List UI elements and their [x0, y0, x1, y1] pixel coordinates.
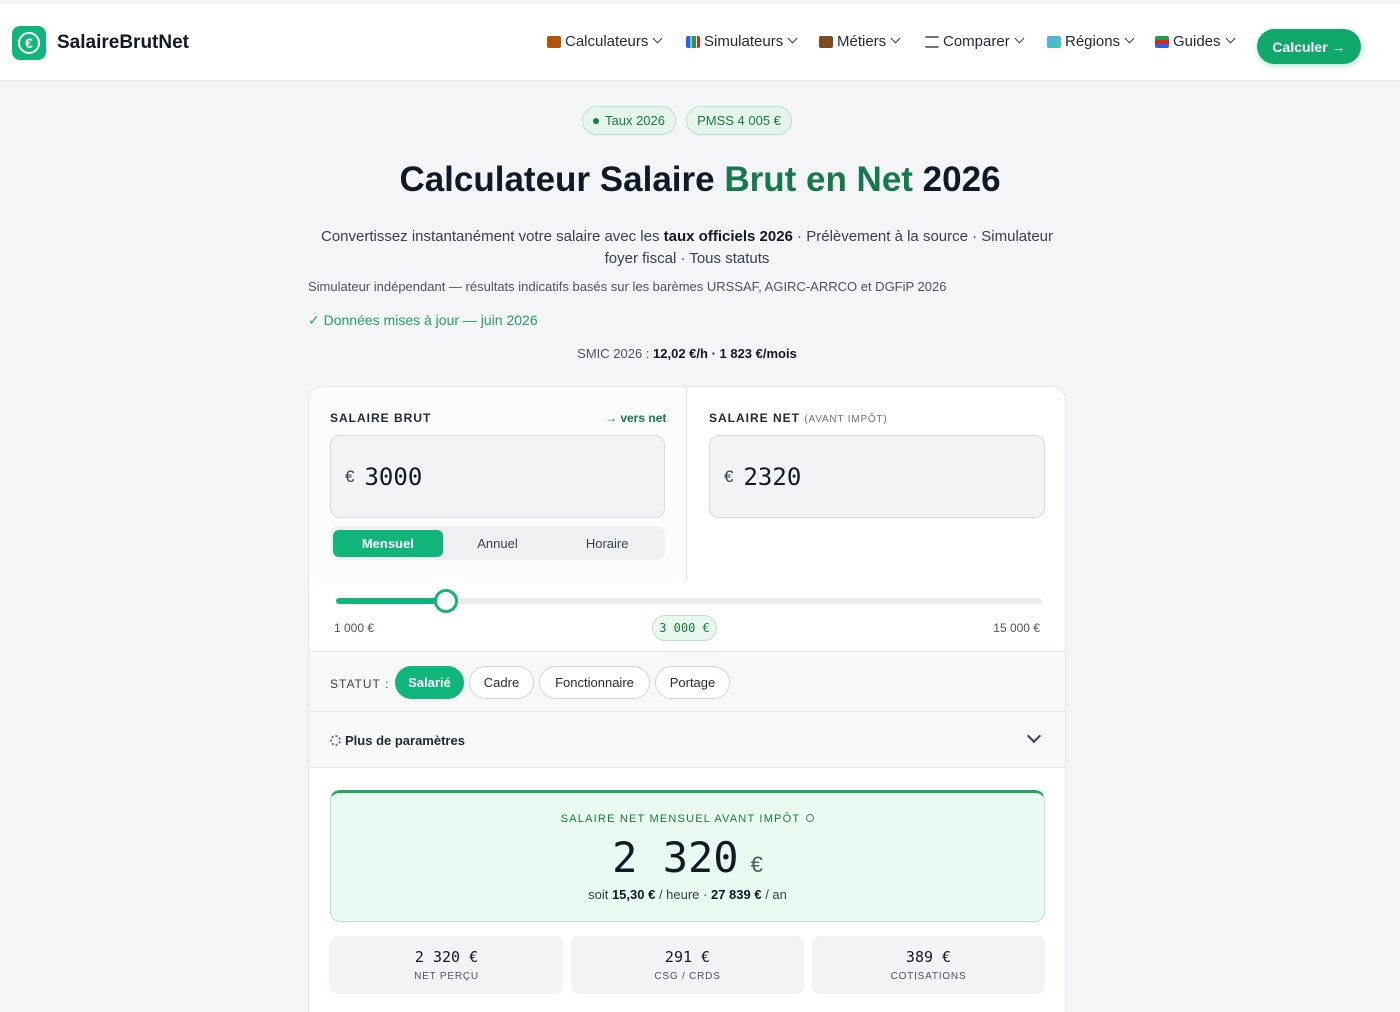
chevron-down-icon: [1014, 33, 1025, 44]
net-percu-tile: 2 320 € NET PERÇU: [330, 936, 563, 994]
brut-panel: SALAIRE BRUT → vers net € 3000 Mensuel A…: [309, 387, 687, 581]
result-panel: SALAIRE NET MENSUEL AVANT IMPÔT 2 320 € s…: [330, 790, 1045, 922]
more-params-toggle[interactable]: Plus de paramètres: [309, 712, 1065, 768]
updated-notice: ✓ Données mises à jour — juin 2026: [308, 312, 538, 328]
statut-label: STATUT :: [330, 677, 390, 691]
period-horaire[interactable]: Horaire: [552, 530, 662, 557]
statut-cadre[interactable]: Cadre: [469, 666, 534, 699]
briefcase-icon: [819, 35, 833, 48]
statut-salarie[interactable]: Salarié: [395, 666, 464, 699]
page-lead: Convertissez instantanément votre salair…: [320, 228, 1053, 267]
chevron-down-icon: [1124, 33, 1135, 44]
brut-label: SALAIRE BRUT: [330, 411, 432, 425]
result-details: soit 15,30 € / heure · 27 839 € / an: [588, 887, 787, 902]
books-icon: [1155, 35, 1169, 48]
scales-icon: [925, 35, 939, 48]
smic-info: SMIC 2026 : 12,02 €/h · 1 823 €/mois: [577, 346, 797, 361]
info-icon[interactable]: [806, 814, 815, 822]
period-mensuel[interactable]: Mensuel: [333, 529, 443, 557]
slider-value-badge: 3 000 €: [652, 615, 717, 641]
period-toggle: Mensuel Annuel Horaire: [330, 526, 665, 560]
statut-selector: STATUT : Salarié Cadre Fonctionnaire Por…: [309, 651, 1065, 712]
site-header: € SalaireBrutNet Calculateurs Simulateur…: [0, 4, 1400, 81]
net-input[interactable]: € 2320: [709, 435, 1045, 518]
nav-simulateurs[interactable]: Simulateurs: [686, 33, 798, 50]
taux-badge: Taux 2026: [582, 106, 676, 135]
salary-slider-fill: [336, 598, 446, 604]
pmss-badge: PMSS 4 005 €: [686, 106, 792, 135]
net-input-value[interactable]: 2320: [743, 463, 801, 491]
salary-slider-handle[interactable]: [434, 589, 458, 613]
cotisations-tile: 389 € COTISATIONS: [812, 936, 1045, 994]
brut-input-value[interactable]: 3000: [364, 463, 422, 491]
brand-name[interactable]: SalaireBrutNet: [57, 32, 189, 54]
result-label: SALAIRE NET MENSUEL AVANT IMPÔT: [560, 813, 801, 825]
result-amount: 2 320 €: [612, 833, 763, 882]
abacus-icon: [547, 35, 561, 48]
statut-fonctionnaire[interactable]: Fonctionnaire: [539, 666, 650, 699]
nav-comparer[interactable]: Comparer: [925, 33, 1025, 50]
statut-portage[interactable]: Portage: [655, 666, 730, 699]
salary-slider-track[interactable]: [336, 589, 1042, 613]
bar-chart-icon: [686, 35, 700, 48]
period-annuel[interactable]: Annuel: [443, 530, 553, 557]
calculator-card: SALAIRE BRUT → vers net € 3000 Mensuel A…: [308, 386, 1066, 1012]
disclaimer-text: Simulateur indépendant — résultats indic…: [308, 279, 947, 294]
slider-min-label: 1 000 €: [334, 621, 375, 635]
euro-icon: €: [345, 466, 355, 486]
nav-regions[interactable]: Régions: [1047, 33, 1135, 50]
chevron-down-icon: [890, 33, 901, 44]
euro-icon: €: [724, 466, 734, 486]
csg-crds-tile: 291 € CSG / CRDS: [571, 936, 804, 994]
map-icon: [1047, 35, 1061, 48]
slider-max-label: 15 000 €: [993, 621, 1040, 635]
net-label: SALAIRE NET (AVANT IMPÔT): [709, 411, 888, 425]
nav-guides[interactable]: Guides: [1155, 33, 1235, 50]
vers-net-link[interactable]: → vers net: [605, 411, 666, 425]
nav-calculateurs[interactable]: Calculateurs: [547, 33, 663, 50]
gear-icon: [330, 735, 341, 746]
status-dot-icon: [593, 117, 599, 124]
chevron-down-icon: [1225, 33, 1235, 44]
chevron-down-icon[interactable]: [1026, 728, 1042, 744]
euro-coin-icon[interactable]: €: [12, 26, 46, 60]
nav-metiers[interactable]: Métiers: [819, 33, 901, 50]
calculer-button[interactable]: Calculer →: [1257, 29, 1361, 64]
chevron-down-icon: [787, 33, 798, 44]
brut-input[interactable]: € 3000: [330, 435, 665, 518]
page-title: Calculateur Salaire Brut en Net 2026: [399, 160, 1001, 199]
chevron-down-icon: [652, 33, 663, 44]
